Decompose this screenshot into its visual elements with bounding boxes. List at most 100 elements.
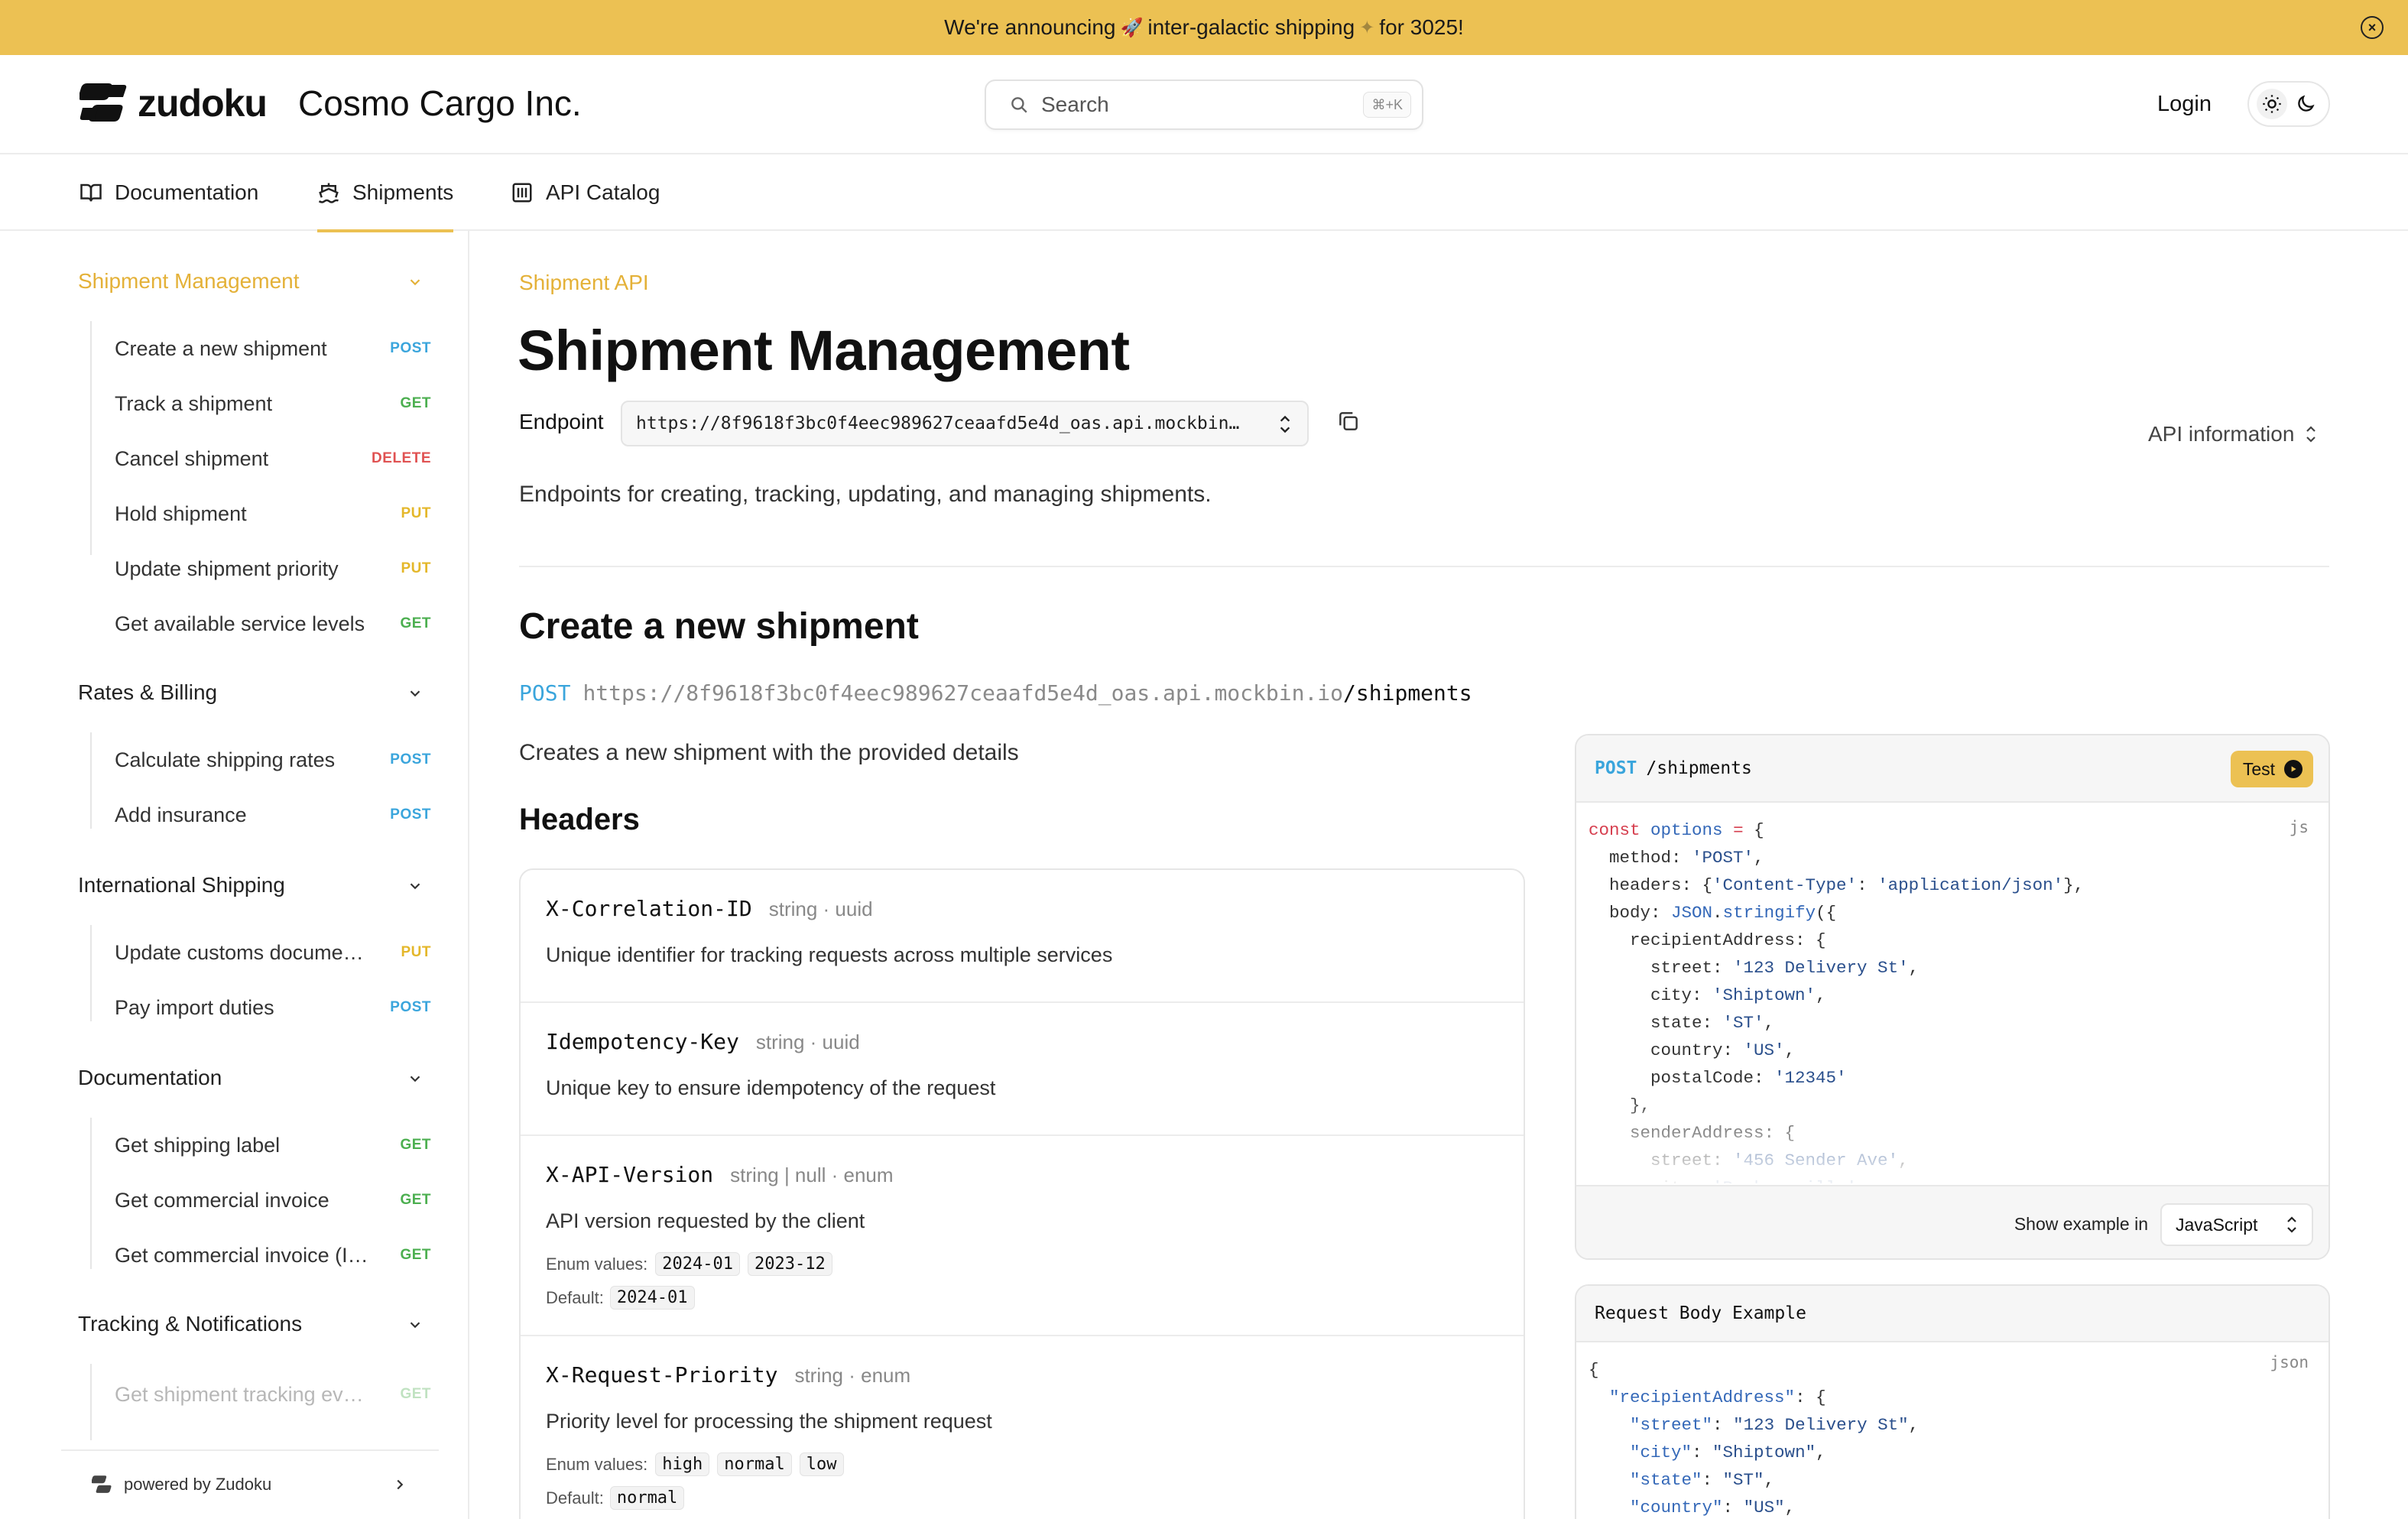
sidebar-group-international-shipping[interactable]: International Shipping: [78, 873, 285, 897]
catalog-icon: [512, 183, 532, 203]
api-information-toggle[interactable]: API information: [2148, 422, 2320, 446]
language-select[interactable]: JavaScript: [2160, 1203, 2313, 1246]
headers-list: X-Correlation-ID string · uuid Unique ide…: [519, 868, 1525, 1519]
request-body-example-panel: Request Body Example json { "recipientAd…: [1575, 1284, 2330, 1519]
param-name: Idempotency-Key: [546, 1029, 739, 1054]
sidebar-item-track-shipment[interactable]: Track a shipment GET: [115, 384, 431, 424]
sidebar-item-commercial-invoice-alt[interactable]: Get commercial invoice (I… GET: [115, 1235, 431, 1275]
code-fade-overlay: [1576, 1087, 2328, 1186]
sidebar-item-service-levels[interactable]: Get available service levels GET: [115, 604, 431, 644]
chevron-down-icon[interactable]: [407, 1070, 424, 1087]
request-body-example-title: Request Body Example: [1595, 1303, 1806, 1323]
tab-api-catalog[interactable]: API Catalog: [511, 154, 660, 231]
request-method: POST: [1595, 758, 1637, 778]
sidebar-item-tracking-events[interactable]: Get shipment tracking ev… GET: [115, 1375, 431, 1414]
method-badge: POST: [390, 751, 431, 768]
sidebar-item-calculate-rates[interactable]: Calculate shipping rates POST: [115, 740, 431, 780]
sidebar-item-create-shipment[interactable]: Create a new shipment POST: [115, 329, 431, 368]
test-button[interactable]: Test: [2230, 751, 2313, 787]
sidebar-tree-line: [90, 1364, 92, 1440]
tab-label: API Catalog: [546, 180, 660, 204]
enum-chip: high: [655, 1452, 710, 1476]
sidebar-group-shipment-management[interactable]: Shipment Management: [78, 269, 300, 294]
endpoint-select[interactable]: https://8f9618f3bc0f4eec989627ceaafd5e4d…: [621, 401, 1309, 446]
enum-chip: 2024-01: [655, 1252, 741, 1276]
chevron-right-icon: [397, 1479, 404, 1490]
dark-mode-button[interactable]: [2290, 89, 2321, 119]
request-example-header: POST /shipments Test: [1576, 735, 2328, 803]
banner-text-after: for 3025!: [1379, 15, 1464, 39]
method-badge: PUT: [401, 505, 431, 521]
param-name-row: X-API-Version string | null · enum: [546, 1162, 894, 1187]
sidebar-item-pay-duties[interactable]: Pay import duties POST: [115, 988, 431, 1027]
sidebar-item-hold-shipment[interactable]: Hold shipment PUT: [115, 494, 431, 534]
rocket-icon: 🚀: [1120, 17, 1144, 38]
tab-documentation[interactable]: Documentation: [80, 154, 258, 231]
method-badge: GET: [400, 1137, 431, 1153]
request-body-code[interactable]: { "recipientAddress": { "street": "123 D…: [1589, 1356, 1919, 1519]
banner-text-before: We're announcing: [944, 15, 1116, 39]
header-param: Idempotency-Key string · uuid Unique key …: [521, 1003, 1524, 1136]
sidebar-item-label: Update shipment priority: [115, 557, 339, 580]
sidebar-item-commercial-invoice[interactable]: Get commercial invoice GET: [115, 1180, 431, 1220]
operation-path-suffix: /shipments: [1343, 680, 1472, 706]
sidebar-item-cancel-shipment[interactable]: Cancel shipment DELETE: [115, 439, 431, 479]
chevron-down-icon[interactable]: [407, 1316, 424, 1333]
param-enum-values: Enum values: 2024-01 2023-12: [546, 1252, 832, 1276]
param-description: Unique identifier for tracking requests …: [546, 943, 1113, 966]
sidebar-item-label: Update customs docume…: [115, 940, 364, 964]
chevron-down-icon[interactable]: [407, 274, 424, 290]
sidebar-group-documentation[interactable]: Documentation: [78, 1066, 222, 1090]
sidebar-item-shipping-label[interactable]: Get shipping label GET: [115, 1125, 431, 1165]
copy-icon[interactable]: [1336, 409, 1361, 433]
default-chip: normal: [609, 1486, 685, 1510]
page-title: Shipment Management: [518, 319, 1130, 382]
login-button[interactable]: Login: [2157, 92, 2212, 117]
tab-shipments[interactable]: Shipments: [317, 154, 454, 232]
logo-wordmark: zudoku: [138, 82, 268, 125]
sidebar-item-label: Get shipment tracking ev…: [115, 1382, 364, 1406]
theme-toggle[interactable]: [2247, 81, 2330, 127]
sidebar-tree-line: [90, 1118, 92, 1269]
operation-title: Create a new shipment: [519, 606, 919, 647]
sidebar-group-tracking-notifications[interactable]: Tracking & Notifications: [78, 1312, 302, 1336]
method-badge: DELETE: [372, 450, 431, 466]
method-badge: GET: [400, 1192, 431, 1208]
search-icon: [1011, 97, 1027, 113]
light-mode-button[interactable]: [2257, 89, 2287, 119]
sidebar-item-label: Hold shipment: [115, 501, 247, 525]
zudoku-logo-icon: [80, 83, 127, 122]
sidebar-item-add-insurance[interactable]: Add insurance POST: [115, 795, 431, 835]
default-label: Default:: [546, 1488, 604, 1508]
sidebar-item-label: Track a shipment: [115, 391, 273, 415]
request-body-example-header: Request Body Example: [1576, 1286, 2328, 1342]
powered-by-link[interactable]: powered by Zudoku: [61, 1449, 439, 1518]
header-param: X-API-Version string | null · enum API ve…: [521, 1136, 1524, 1336]
search-input[interactable]: Search ⌘+K: [985, 80, 1423, 130]
enum-chip: 2023-12: [748, 1252, 832, 1276]
sidebar-tree-line: [90, 925, 92, 1021]
breadcrumb[interactable]: Shipment API: [519, 271, 649, 295]
default-chip: 2024-01: [609, 1286, 695, 1310]
chevron-down-icon[interactable]: [407, 878, 424, 894]
operation-base-url: https://8f9618f3bc0f4eec989627ceaafd5e4d…: [583, 680, 1344, 706]
method-badge: GET: [400, 1247, 431, 1263]
sidebar-group-rates-billing[interactable]: Rates & Billing: [78, 680, 217, 705]
sidebar-item-update-customs[interactable]: Update customs docume… PUT: [115, 933, 431, 972]
chevron-up-down-icon: [1280, 415, 1290, 433]
param-name: X-Request-Priority: [546, 1362, 778, 1388]
endpoint-label: Endpoint: [519, 410, 604, 433]
code-example-footer: Show example in JavaScript: [1576, 1185, 2328, 1258]
method-badge: POST: [390, 340, 431, 356]
enum-label: Enum values:: [546, 1254, 648, 1274]
logo[interactable]: zudoku: [80, 81, 268, 125]
sidebar-group-label: International Shipping: [78, 873, 285, 897]
top-header: zudoku Cosmo Cargo Inc. Search ⌘+K Login: [0, 55, 2408, 154]
site-title[interactable]: Cosmo Cargo Inc.: [298, 83, 582, 124]
search-placeholder: Search: [1041, 93, 1109, 116]
sidebar-item-update-priority[interactable]: Update shipment priority PUT: [115, 549, 431, 589]
sidebar-tree-line: [90, 732, 92, 829]
language-value: JavaScript: [2176, 1214, 2258, 1235]
chevron-down-icon[interactable]: [407, 685, 424, 702]
close-banner-button[interactable]: ×: [2361, 16, 2384, 39]
